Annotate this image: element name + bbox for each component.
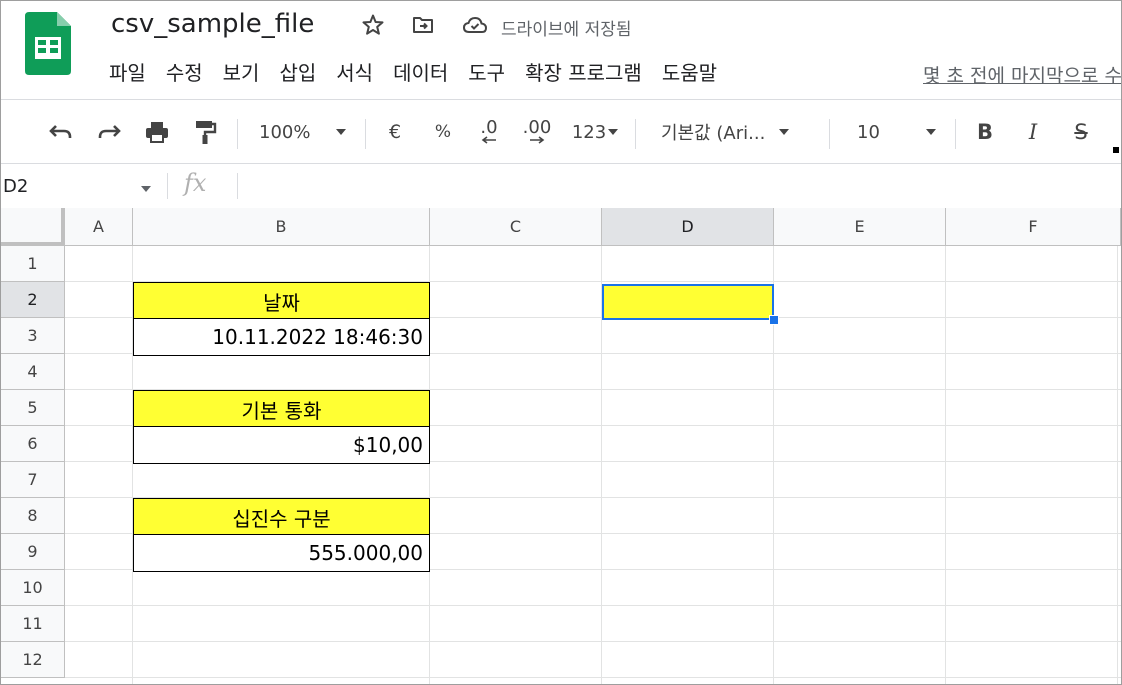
- zoom-value: 100%: [259, 121, 311, 143]
- column-header-a[interactable]: A: [65, 208, 133, 246]
- strikethrough-button[interactable]: S: [1067, 117, 1095, 147]
- column-header-e[interactable]: E: [774, 208, 946, 246]
- more-formats-button[interactable]: 123: [565, 117, 625, 147]
- menu-extensions[interactable]: 확장 프로그램: [515, 59, 652, 89]
- cell-b3[interactable]: 10.11.2022 18:46:30: [133, 318, 430, 356]
- toolbar-separator: [365, 119, 366, 149]
- formula-separator: [167, 173, 168, 199]
- chevron-down-icon: [925, 129, 936, 135]
- font-family-value: 기본값 (Ari...: [661, 123, 766, 144]
- print-icon[interactable]: [141, 117, 173, 147]
- toolbar-divider: [1, 163, 1121, 164]
- menu-tools[interactable]: 도구: [458, 59, 515, 89]
- formula-separator: [237, 173, 238, 199]
- cell-d2-selected[interactable]: [602, 284, 774, 320]
- row-header-8[interactable]: 8: [1, 498, 65, 534]
- row-header-12[interactable]: 12: [1, 642, 65, 678]
- row-header-7[interactable]: 7: [1, 462, 65, 498]
- toolbar-separator: [955, 119, 956, 149]
- toolbar-separator: [829, 119, 830, 149]
- star-icon[interactable]: [359, 11, 387, 39]
- font-size-value: 10: [857, 121, 880, 143]
- menu-bar: 파일 수정 보기 삽입 서식 데이터 도구 확장 프로그램 도움말: [109, 59, 727, 89]
- font-family-select[interactable]: 기본값 (Ari...: [661, 117, 821, 147]
- toolbar: 100% € % .0 .00 123 기본값 (Ari... 10 B I S: [1, 105, 1121, 159]
- row-header-4[interactable]: 4: [1, 354, 65, 390]
- menu-help[interactable]: 도움말: [652, 59, 727, 89]
- grid-line: [1117, 246, 1118, 684]
- sheet-grid[interactable]: A B C D E F 1 2 3 4 5 6 7 8 9 10 11 12 날…: [1, 208, 1121, 684]
- font-size-select[interactable]: 10: [857, 117, 947, 147]
- row-header-1[interactable]: 1: [1, 246, 65, 282]
- chevron-down-icon: [779, 129, 790, 135]
- redo-icon[interactable]: [93, 117, 125, 147]
- fill-handle[interactable]: [769, 315, 779, 325]
- row-header-10[interactable]: 10: [1, 570, 65, 606]
- toolbar-separator: [635, 119, 636, 149]
- decrease-decimal-button[interactable]: .0: [469, 117, 509, 147]
- menu-view[interactable]: 보기: [213, 59, 270, 89]
- row-header-2[interactable]: 2: [1, 282, 65, 318]
- fx-icon: fx: [184, 169, 207, 197]
- percent-button[interactable]: %: [429, 117, 457, 147]
- sheets-logo-icon[interactable]: [25, 12, 71, 75]
- save-status: 드라이브에 저장됨: [501, 20, 632, 40]
- cell-b8[interactable]: 십진수 구분: [133, 498, 430, 536]
- cloud-saved-icon[interactable]: [461, 11, 489, 39]
- currency-button[interactable]: €: [381, 117, 409, 147]
- row-header-5[interactable]: 5: [1, 390, 65, 426]
- document-title[interactable]: csv_sample_file: [111, 9, 314, 39]
- chevron-down-icon: [336, 129, 347, 135]
- grid-line: [65, 605, 1121, 606]
- column-header-c[interactable]: C: [430, 208, 602, 246]
- grid-line: [945, 246, 946, 684]
- undo-icon[interactable]: [45, 117, 77, 147]
- increase-decimal-label: .00: [522, 117, 552, 138]
- bold-button[interactable]: B: [971, 117, 999, 147]
- arrow-right-icon: [530, 136, 545, 144]
- chevron-down-icon: [141, 186, 151, 192]
- last-edit-link[interactable]: 몇 초 전에 마지막으로 수정: [923, 61, 1121, 88]
- zoom-select[interactable]: 100%: [259, 117, 359, 147]
- move-to-folder-icon[interactable]: [409, 11, 437, 39]
- toolbar-separator: [237, 119, 238, 149]
- header-divider: [1, 99, 1121, 100]
- menu-data[interactable]: 데이터: [383, 59, 458, 89]
- row-header-3[interactable]: 3: [1, 318, 65, 354]
- cell-b2[interactable]: 날짜: [133, 282, 430, 320]
- menu-insert[interactable]: 삽입: [269, 59, 326, 89]
- select-all-corner[interactable]: [1, 208, 65, 246]
- column-header-f[interactable]: F: [946, 208, 1121, 246]
- formula-input[interactable]: [245, 173, 1115, 201]
- name-box[interactable]: D2: [1, 171, 161, 205]
- cell-b6[interactable]: $10,00: [133, 426, 430, 464]
- window: csv_sample_file 드라이브에 저장됨 파일 수정 보기 삽입 서식…: [0, 0, 1122, 685]
- decrease-decimal-label: .0: [480, 117, 498, 138]
- paint-format-icon[interactable]: [189, 117, 221, 147]
- row-header-11[interactable]: 11: [1, 606, 65, 642]
- chevron-down-icon: [608, 129, 619, 135]
- menu-format[interactable]: 서식: [326, 59, 383, 89]
- more-formats-label: 123: [571, 121, 607, 143]
- row-header-9[interactable]: 9: [1, 534, 65, 570]
- menu-edit[interactable]: 수정: [156, 59, 213, 89]
- italic-button[interactable]: I: [1019, 117, 1047, 147]
- cell-b9[interactable]: 555.000,00: [133, 534, 430, 572]
- name-box-value: D2: [3, 176, 29, 197]
- column-header-d[interactable]: D: [602, 208, 774, 246]
- text-color-swatch[interactable]: [1113, 147, 1119, 153]
- row-header-6[interactable]: 6: [1, 426, 65, 462]
- cell-b5[interactable]: 기본 통화: [133, 390, 430, 428]
- menu-file[interactable]: 파일: [109, 59, 156, 89]
- arrow-left-icon: [481, 136, 496, 144]
- grid-line: [65, 641, 1121, 642]
- column-header-b[interactable]: B: [133, 208, 430, 246]
- grid-line: [65, 677, 1121, 678]
- increase-decimal-button[interactable]: .00: [517, 117, 557, 147]
